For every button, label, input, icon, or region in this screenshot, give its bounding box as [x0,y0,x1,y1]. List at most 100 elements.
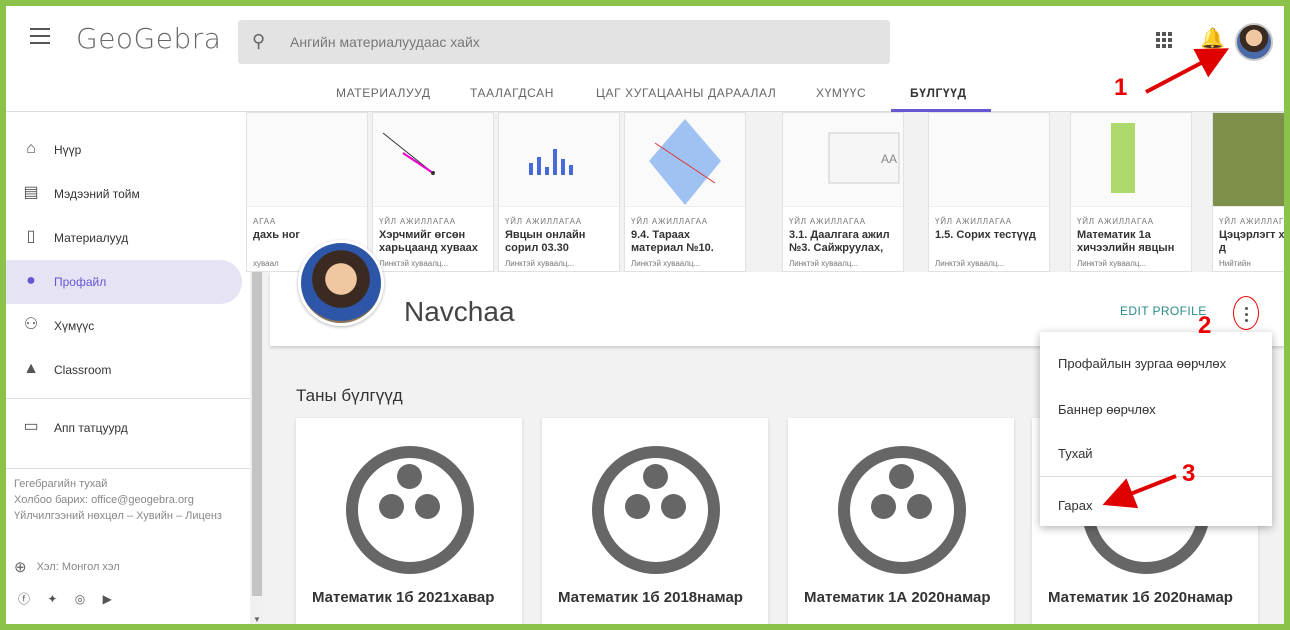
group-icon-dot [379,494,404,519]
material-thumbnail [625,113,745,207]
sidebar-item-materials[interactable]: ▯ Материалууд [6,216,242,260]
material-title: Хэрчмийг өгсөн харьцаанд хуваах [379,229,478,254]
group-card[interactable]: Математик 1б 2018намар [542,418,768,624]
group-title: Математик 1б 2018намар [558,589,743,606]
material-title: 3.1. Даалгага ажил №3. Сайжруулах, [789,229,890,254]
search-input[interactable]: ⚲ Ангийн материалуудаас хайх [238,20,890,64]
sidebar-divider [6,468,250,469]
material-title: 1.5. Сорих тестүүд [935,229,1036,241]
menu-item-about[interactable]: Тухай [1058,446,1093,461]
group-card[interactable]: Математик 1б 2021хавар [296,418,522,624]
material-type: АГАА [253,217,277,226]
material-card[interactable]: ҮЙЛ АЖИЛЛАГАА 9.4. Тараах материал №10. … [624,112,746,272]
user-avatar[interactable] [1235,23,1273,61]
tab-materials[interactable]: МАТЕРИАЛУУД [336,86,431,100]
profile-picture[interactable] [298,240,384,326]
group-icon-dot [415,494,440,519]
group-title: Математик 1А 2020намар [804,589,991,606]
material-thumbnail [373,113,493,207]
group-icon-dot [907,494,932,519]
material-visibility: Линктэй хуваалц... [505,259,575,268]
material-card[interactable]: ҮЙЛ АЖИЛЛАГАА Математик 1а хичээлийн явц… [1070,112,1192,272]
material-type: ҮЙЛ АЖИЛЛАГ [1219,217,1284,226]
group-title: Математик 1б 2021хавар [312,589,495,606]
group-icon-dot [889,464,914,489]
material-thumbnail [247,113,367,207]
contact-link[interactable]: Холбоо барих: office@geogebra.org [14,492,244,508]
sidebar-item-label: Хүмүүс [54,319,95,333]
sidebar-item-label: Мэдээний тойм [54,187,140,201]
sidebar-item-label: Материалууд [54,231,129,245]
group-title: Математик 1б 2020намар [1048,589,1233,606]
tab-groups[interactable]: БҮЛГҮҮД [910,86,967,100]
material-card[interactable]: ҮЙЛ АЖИЛЛАГАА Хэрчмийг өгсөн харьцаанд х… [372,112,494,272]
about-link[interactable]: Гегебрагийн тухай [14,476,244,492]
material-visibility: Нийтийн [1219,259,1251,268]
annotation-label-3: 3 [1182,460,1196,487]
sidebar-item-classroom[interactable]: ▲ Classroom [6,348,242,392]
notifications-bell-icon[interactable]: 🔔 [1200,26,1225,51]
instagram-icon[interactable]: ◎ [75,592,85,606]
menu-item-logout[interactable]: Гарах [1058,498,1093,513]
sidebar-item-newsfeed[interactable]: ▤ Мэдээний тойм [6,172,242,216]
material-card[interactable]: AA ҮЙЛ АЖИЛЛАГАА 3.1. Даалгага ажил №3. … [782,112,904,272]
menu-divider [1040,476,1272,477]
logo[interactable]: GeoGebra [76,22,221,55]
material-type: ҮЙЛ АЖИЛЛАГАА [935,217,1012,226]
devices-icon: ▭ [23,418,39,435]
sidebar-item-home[interactable]: ⌂ Нүүр [6,128,242,172]
material-visibility: хуваал [253,259,279,268]
material-card[interactable]: ҮЙЛ АЖИЛЛАГ Цэцэрлэгт хүрээлэн д Нийтийн [1212,112,1284,272]
tab-liked[interactable]: ТААЛАГДСАН [470,86,554,100]
material-visibility: Линктэй хуваалц... [379,259,449,268]
sidebar-footer: Гегебрагийн тухай Холбоо барих: office@g… [14,476,244,524]
material-card[interactable]: ҮЙЛ АЖИЛЛАГАА Явцын онлайн сорил 03.30 Л… [498,112,620,272]
svg-text:AA: AA [881,152,897,166]
scroll-down-arrow-icon[interactable]: ▼ [253,615,261,624]
menu-item-change-banner[interactable]: Баннер өөрчлөх [1058,402,1156,417]
sidebar-item-apps[interactable]: ▭ Апп татцуурд [6,406,242,450]
youtube-icon[interactable]: ▶ [103,592,112,606]
tab-timeline[interactable]: ЦАГ ХУГАЦААНЫ ДАРААЛАЛ [596,86,776,100]
facebook-icon[interactable]: ⓕ [18,592,30,606]
material-thumbnail [1071,113,1191,207]
twitter-icon[interactable]: ✦ [47,592,57,606]
apps-grid-icon[interactable] [1156,32,1172,48]
sidebar-item-people[interactable]: ⚇ Хүмүүс [6,304,242,348]
classroom-icon: ▲ [23,360,39,377]
app-window: GeoGebra ⚲ Ангийн материалуудаас хайх 🔔 … [6,6,1284,624]
material-visibility: Линктэй хуваалц... [935,259,1005,268]
language-label: Хэл: Монгол хэл [36,560,120,573]
more-options-icon[interactable] [1233,296,1259,330]
material-card[interactable]: ҮЙЛ АЖИЛЛАГАА 1.5. Сорих тестүүд Линктэй… [928,112,1050,272]
menu-item-change-photo[interactable]: Профайлын зургаа өөрчлөх [1058,356,1226,371]
material-title: Цэцэрлэгт хүрээлэн д [1219,229,1284,254]
tab-people[interactable]: ХҮМҮҮС [816,86,866,100]
group-icon-dot [643,464,668,489]
profile-tabs: МАТЕРИАЛУУД ТААЛАГДСАН ЦАГ ХУГАЦААНЫ ДАР… [6,74,1284,112]
language-selector[interactable]: ⊕ Хэл: Монгол хэл [14,558,120,576]
menu-icon[interactable] [30,28,50,44]
search-placeholder: Ангийн материалуудаас хайх [290,34,480,50]
sidebar-item-label: Апп татцуурд [54,421,128,435]
edit-profile-button[interactable]: EDIT PROFILE [1120,304,1207,318]
material-type: ҮЙЛ АЖИЛЛАГАА [789,217,866,226]
material-thumbnail [499,113,619,207]
group-card[interactable]: Математик 1А 2020намар [788,418,1014,624]
sidebar-item-profile[interactable]: ● Профайл [6,260,242,304]
social-links: ⓕ ✦ ◎ ▶ [18,590,126,607]
sidebar-item-label: Профайл [54,275,107,289]
profile-name: Navchaa [404,296,515,327]
group-icon-dot [661,494,686,519]
groups-heading: Таны бүлгүүд [296,386,403,405]
terms-link[interactable]: Үйлчилгээний нөхцөл – Хувийн – Лиценз [14,508,244,524]
profile-options-menu: Профайлын зургаа өөрчлөх Баннер өөрчлөх … [1040,332,1272,526]
globe-icon: ⊕ [14,559,27,576]
material-type: ҮЙЛ АЖИЛЛАГАА [631,217,708,226]
home-icon: ⌂ [26,140,36,157]
material-thumbnail: AA [783,113,903,207]
search-icon: ⚲ [252,31,266,51]
document-icon: ▯ [26,228,36,245]
material-type: ҮЙЛ АЖИЛЛАГАА [379,217,456,226]
sidebar: ⌂ Нүүр ▤ Мэдээний тойм ▯ Материалууд ● П… [6,112,250,624]
